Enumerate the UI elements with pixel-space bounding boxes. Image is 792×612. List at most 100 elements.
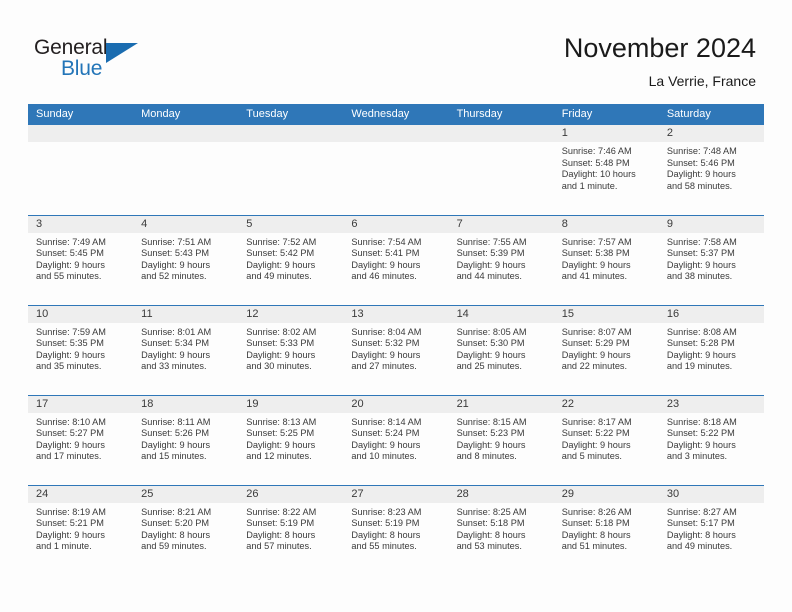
calendar-day-cell[interactable]: 30 Sunrise: 8:27 AM Sunset: 5:17 PM Dayligh… (658, 484, 764, 575)
day-details: Sunrise: 7:49 AM Sunset: 5:45 PM Daylight:… (28, 233, 133, 283)
day-details: Sunrise: 8:11 AM Sunset: 5:26 PM Daylight:… (133, 413, 238, 463)
day-details: Sunrise: 7:46 AM Sunset: 5:48 PM Daylight:… (554, 142, 659, 192)
sunset-time: Sunset: 5:28 PM (666, 338, 735, 349)
day-details: Sunrise: 8:04 AM Sunset: 5:32 PM Daylight:… (343, 323, 448, 373)
calendar-day-cell[interactable]: 18 Sunrise: 8:11 AM Sunset: 5:26 PM Dayligh… (133, 394, 239, 485)
day-details: Sunrise: 8:14 AM Sunset: 5:24 PM Daylight:… (343, 413, 448, 463)
calendar-day-cell[interactable]: 7 Sunrise: 7:55 AM Sunset: 5:39 PM Daylight… (448, 214, 554, 305)
daylight-duration-line2: and 52 minutes. (141, 271, 207, 282)
sunrise-time: Sunrise: 8:14 AM (351, 416, 422, 427)
sunrise-time: Sunrise: 8:23 AM (351, 506, 422, 517)
sunrise-time: Sunrise: 8:04 AM (351, 326, 422, 337)
calendar-day-cell-empty (238, 125, 344, 215)
daylight-duration-line1: Daylight: 9 hours (666, 349, 736, 360)
calendar-day-cell[interactable]: 13 Sunrise: 8:04 AM Sunset: 5:32 PM Dayligh… (343, 304, 449, 395)
day-details: Sunrise: 8:25 AM Sunset: 5:18 PM Daylight:… (449, 503, 554, 553)
calendar-day-cell-empty (343, 125, 449, 215)
sunset-time: Sunset: 5:41 PM (351, 248, 420, 259)
daylight-duration-line2: and 49 minutes. (666, 541, 733, 552)
calendar-day-cell[interactable]: 9 Sunrise: 7:58 AM Sunset: 5:37 PM Daylight… (658, 214, 764, 305)
calendar-week-row: 17 Sunrise: 8:10 AM Sunset: 5:27 PM Dayligh… (28, 394, 764, 485)
calendar-day-cell-empty (133, 125, 239, 215)
sunrise-time: Sunrise: 8:08 AM (666, 326, 737, 337)
title-block: November 2024 La Verrie, France (564, 32, 756, 91)
calendar-week-row: 10 Sunrise: 7:59 AM Sunset: 5:35 PM Dayligh… (28, 304, 764, 395)
calendar-day-cell[interactable]: 27 Sunrise: 8:23 AM Sunset: 5:19 PM Dayligh… (343, 484, 449, 575)
calendar-day-cell[interactable]: 10 Sunrise: 7:59 AM Sunset: 5:35 PM Dayligh… (28, 304, 134, 395)
calendar-page: General Blue November 2024 La Verrie, Fr… (0, 0, 792, 612)
daylight-duration-line2: and 59 minutes. (141, 541, 207, 552)
day-details: Sunrise: 8:10 AM Sunset: 5:27 PM Daylight:… (28, 413, 133, 463)
calendar-day-cell[interactable]: 26 Sunrise: 8:22 AM Sunset: 5:19 PM Dayligh… (238, 484, 344, 575)
sunset-time: Sunset: 5:37 PM (666, 248, 735, 259)
calendar-day-cell[interactable]: 8 Sunrise: 7:57 AM Sunset: 5:38 PM Daylight… (553, 214, 659, 305)
calendar-day-cell[interactable]: 5 Sunrise: 7:52 AM Sunset: 5:42 PM Daylight… (238, 214, 344, 305)
daylight-duration-line2: and 58 minutes. (666, 180, 733, 191)
daylight-duration-line2: and 49 minutes. (246, 271, 312, 282)
calendar-day-cell[interactable]: 20 Sunrise: 8:14 AM Sunset: 5:24 PM Dayligh… (343, 394, 449, 485)
daylight-duration-line2: and 12 minutes. (246, 451, 312, 462)
day-number: 8 (553, 215, 659, 233)
daylight-duration-line1: Daylight: 8 hours (141, 529, 211, 540)
daylight-duration-line1: Daylight: 10 hours (561, 169, 636, 180)
daylight-duration-line1: Daylight: 9 hours (246, 259, 316, 270)
sunrise-time: Sunrise: 8:10 AM (36, 416, 106, 427)
sunrise-time: Sunrise: 7:54 AM (351, 236, 422, 247)
calendar-body: 1 Sunrise: 7:46 AM Sunset: 5:48 PM Daylight… (28, 125, 764, 575)
calendar-day-cell[interactable]: 24 Sunrise: 8:19 AM Sunset: 5:21 PM Dayligh… (28, 484, 134, 575)
day-details: Sunrise: 7:55 AM Sunset: 5:39 PM Daylight:… (449, 233, 554, 283)
calendar-week-row: 1 Sunrise: 7:46 AM Sunset: 5:48 PM Daylight… (28, 125, 764, 215)
day-number: 28 (448, 485, 554, 503)
calendar-day-cell[interactable]: 4 Sunrise: 7:51 AM Sunset: 5:43 PM Daylight… (133, 214, 239, 305)
sunset-time: Sunset: 5:43 PM (141, 248, 210, 259)
calendar-day-cell[interactable]: 14 Sunrise: 8:05 AM Sunset: 5:30 PM Dayligh… (448, 304, 554, 395)
sunrise-time: Sunrise: 8:02 AM (246, 326, 317, 337)
calendar-day-cell[interactable]: 23 Sunrise: 8:18 AM Sunset: 5:22 PM Dayligh… (658, 394, 764, 485)
daylight-duration-line1: Daylight: 9 hours (561, 259, 631, 270)
daylight-duration-line2: and 46 minutes. (351, 271, 417, 282)
day-number: 9 (658, 215, 764, 233)
sunset-time: Sunset: 5:22 PM (561, 428, 630, 439)
daylight-duration-line1: Daylight: 8 hours (246, 529, 316, 540)
day-number: 18 (133, 395, 239, 413)
calendar-day-cell[interactable]: 21 Sunrise: 8:15 AM Sunset: 5:23 PM Dayligh… (448, 394, 554, 485)
sunrise-time: Sunrise: 7:51 AM (141, 236, 212, 247)
calendar-day-cell[interactable]: 22 Sunrise: 8:17 AM Sunset: 5:22 PM Dayligh… (553, 394, 659, 485)
calendar-day-cell[interactable]: 16 Sunrise: 8:08 AM Sunset: 5:28 PM Dayligh… (658, 304, 764, 395)
daylight-duration-line1: Daylight: 8 hours (561, 529, 631, 540)
general-blue-logo[interactable]: General Blue (34, 36, 164, 84)
calendar-day-cell[interactable]: 3 Sunrise: 7:49 AM Sunset: 5:45 PM Daylight… (28, 214, 134, 305)
sunset-time: Sunset: 5:22 PM (666, 428, 735, 439)
calendar-day-cell[interactable]: 6 Sunrise: 7:54 AM Sunset: 5:41 PM Daylight… (343, 214, 449, 305)
sunset-time: Sunset: 5:33 PM (246, 338, 315, 349)
day-number: 16 (658, 305, 764, 323)
calendar-day-cell[interactable]: 25 Sunrise: 8:21 AM Sunset: 5:20 PM Dayligh… (133, 484, 239, 575)
calendar-day-cell[interactable]: 15 Sunrise: 8:07 AM Sunset: 5:29 PM Dayligh… (553, 304, 659, 395)
calendar-day-cell[interactable]: 12 Sunrise: 8:02 AM Sunset: 5:33 PM Dayligh… (238, 304, 344, 395)
daylight-duration-line1: Daylight: 9 hours (666, 169, 736, 180)
sunrise-time: Sunrise: 7:46 AM (561, 146, 632, 156)
calendar-day-cell[interactable]: 1 Sunrise: 7:46 AM Sunset: 5:48 PM Daylight… (553, 125, 659, 215)
sunset-time: Sunset: 5:27 PM (36, 428, 104, 439)
daylight-duration-line2: and 15 minutes. (141, 451, 207, 462)
daylight-duration-line2: and 27 minutes. (351, 361, 417, 372)
calendar-day-cell[interactable]: 17 Sunrise: 8:10 AM Sunset: 5:27 PM Dayligh… (28, 394, 134, 485)
calendar-day-cell[interactable]: 28 Sunrise: 8:25 AM Sunset: 5:18 PM Dayligh… (448, 484, 554, 575)
calendar-day-cell[interactable]: 29 Sunrise: 8:26 AM Sunset: 5:18 PM Dayligh… (553, 484, 659, 575)
sunrise-time: Sunrise: 7:49 AM (36, 236, 106, 247)
day-number: 29 (553, 485, 659, 503)
daylight-duration-line2: and 55 minutes. (351, 541, 417, 552)
sunrise-time: Sunrise: 7:59 AM (36, 326, 106, 337)
calendar-day-cell[interactable]: 2 Sunrise: 7:48 AM Sunset: 5:46 PM Daylight… (658, 125, 764, 215)
sunset-time: Sunset: 5:23 PM (456, 428, 525, 439)
calendar-day-cell[interactable]: 19 Sunrise: 8:13 AM Sunset: 5:25 PM Dayligh… (238, 394, 344, 485)
daylight-duration-line2: and 33 minutes. (141, 361, 207, 372)
daylight-duration-line2: and 38 minutes. (666, 271, 733, 282)
calendar-day-cell[interactable]: 11 Sunrise: 8:01 AM Sunset: 5:34 PM Dayligh… (133, 304, 239, 395)
calendar-header-row: Sunday Monday Tuesday Wednesday Thursday… (28, 104, 764, 125)
sunset-time: Sunset: 5:45 PM (36, 248, 104, 259)
day-number: 12 (238, 305, 344, 323)
daylight-duration-line2: and 17 minutes. (36, 451, 102, 462)
calendar-week-row: 3 Sunrise: 7:49 AM Sunset: 5:45 PM Daylight… (28, 214, 764, 305)
daylight-duration-line1: Daylight: 9 hours (36, 529, 105, 540)
